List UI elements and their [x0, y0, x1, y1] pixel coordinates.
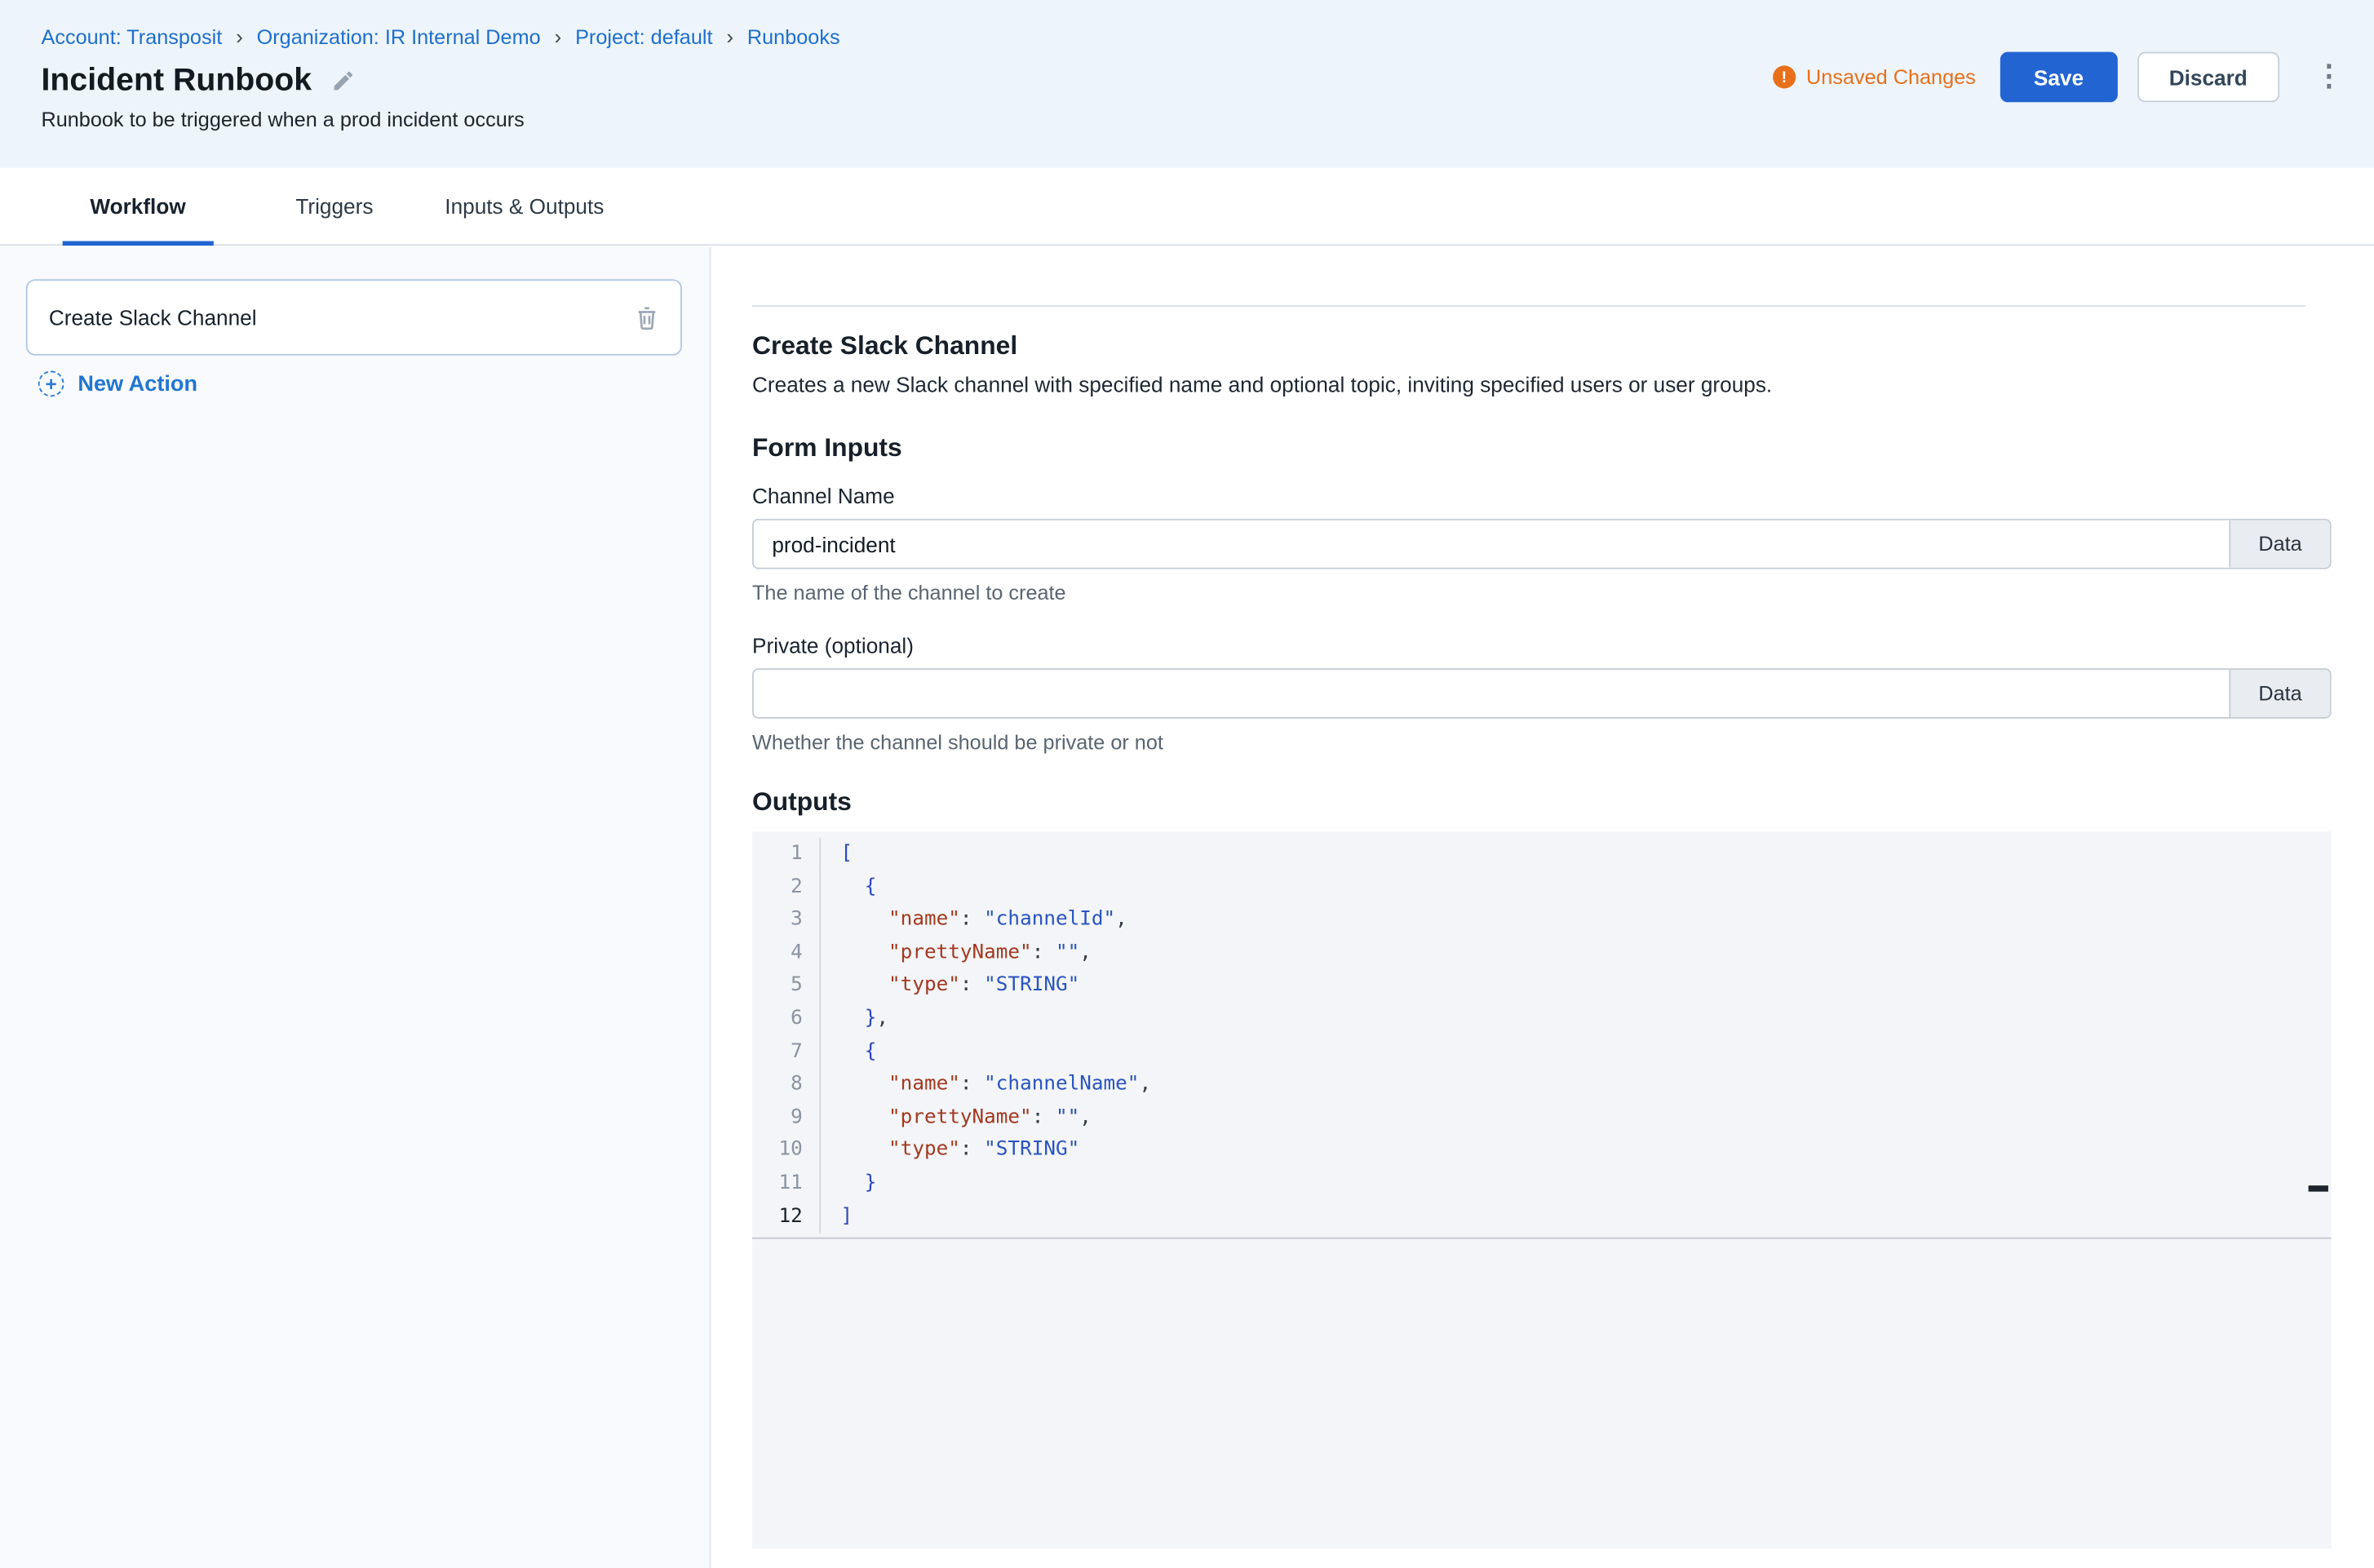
code-line[interactable]: 10 "type": "STRING" — [752, 1134, 2332, 1167]
action-card-create-slack-channel[interactable]: Create Slack Channel — [26, 279, 682, 356]
line-number: 1 — [752, 838, 821, 870]
code-line[interactable]: 1[ — [752, 838, 2332, 870]
line-number: 4 — [752, 937, 821, 969]
channel-name-label: Channel Name — [752, 484, 2332, 508]
page-title: Incident Runbook — [41, 63, 312, 100]
workflow-panel: Create Slack Channel + New Action — [0, 247, 711, 1568]
outputs-heading: Outputs — [752, 787, 2332, 817]
private-data-button[interactable]: Data — [2229, 670, 2329, 717]
private-help: Whether the channel should be private or… — [752, 731, 2332, 754]
unsaved-changes-label: Unsaved Changes — [1806, 65, 1976, 88]
code-line[interactable]: 12] — [752, 1200, 2332, 1233]
code-text: { — [821, 1035, 876, 1068]
line-number: 10 — [752, 1134, 821, 1167]
code-line[interactable]: 4 "prettyName": "", — [752, 937, 2332, 969]
chevron-right-icon: › — [726, 24, 733, 49]
more-options-icon[interactable]: ⋮ — [2314, 63, 2344, 92]
discard-button[interactable]: Discard — [2137, 52, 2279, 103]
warning-icon: ! — [1773, 65, 1796, 88]
private-input-group: Data — [752, 668, 2332, 719]
code-line[interactable]: 2 { — [752, 870, 2332, 903]
code-line[interactable]: 6 }, — [752, 1003, 2332, 1035]
line-number: 11 — [752, 1167, 821, 1200]
code-line[interactable]: 3 "name": "channelId", — [752, 904, 2332, 937]
action-description: Creates a new Slack channel with specifi… — [752, 372, 2332, 396]
code-line[interactable]: 5 "type": "STRING" — [752, 969, 2332, 1002]
line-number: 12 — [752, 1200, 821, 1233]
tab-bar: Workflow Triggers Inputs & Outputs — [0, 168, 2374, 246]
delete-action-icon[interactable] — [635, 304, 659, 330]
tab-workflow[interactable]: Workflow — [63, 168, 214, 245]
save-button[interactable]: Save — [2000, 52, 2117, 103]
line-number: 7 — [752, 1035, 821, 1068]
code-text: "name": "channelName", — [821, 1068, 1151, 1101]
code-text: } — [821, 1167, 876, 1200]
breadcrumb-organization[interactable]: Organization: IR Internal Demo — [257, 25, 541, 48]
form-inputs-heading: Form Inputs — [752, 433, 2332, 463]
editor-divider — [752, 1238, 2332, 1239]
line-number: 9 — [752, 1101, 821, 1134]
breadcrumb-project[interactable]: Project: default — [575, 25, 712, 48]
code-text: [ — [821, 838, 853, 870]
code-lines: 1[2 {3 "name": "channelId",4 "prettyName… — [752, 838, 2332, 1234]
private-label: Private (optional) — [752, 633, 2332, 658]
line-number: 6 — [752, 1003, 821, 1035]
code-text: { — [821, 870, 876, 903]
page-subtitle: Runbook to be triggered when a prod inci… — [41, 109, 524, 131]
scrollbar-thumb[interactable] — [2309, 1185, 2328, 1191]
edit-title-icon[interactable] — [331, 69, 356, 93]
line-number: 5 — [752, 969, 821, 1002]
channel-name-data-button[interactable]: Data — [2229, 520, 2329, 568]
code-line[interactable]: 8 "name": "channelName", — [752, 1068, 2332, 1101]
code-text: ] — [821, 1200, 853, 1233]
chevron-right-icon: › — [554, 24, 561, 49]
code-line[interactable]: 9 "prettyName": "", — [752, 1101, 2332, 1134]
line-number: 8 — [752, 1068, 821, 1101]
page-header: Account: Transposit › Organization: IR I… — [0, 0, 2374, 168]
code-text: "prettyName": "", — [821, 1101, 1092, 1134]
line-number: 2 — [752, 870, 821, 903]
tab-triggers[interactable]: Triggers — [268, 168, 401, 245]
channel-name-input[interactable] — [754, 520, 2229, 568]
new-action-button[interactable]: + New Action — [38, 370, 197, 396]
breadcrumb-account[interactable]: Account: Transposit — [41, 25, 222, 48]
code-text: }, — [821, 1003, 888, 1035]
new-action-label: New Action — [78, 371, 197, 396]
chevron-right-icon: › — [236, 24, 243, 49]
breadcrumb-runbooks[interactable]: Runbooks — [747, 25, 840, 48]
breadcrumb: Account: Transposit › Organization: IR I… — [41, 24, 839, 49]
plus-circle-icon: + — [38, 370, 64, 396]
outputs-code-editor[interactable]: 1[2 {3 "name": "channelId",4 "prettyName… — [752, 831, 2332, 1548]
code-text: "prettyName": "", — [821, 937, 1092, 969]
line-number: 3 — [752, 904, 821, 937]
action-detail-panel: Create Slack Channel Creates a new Slack… — [712, 247, 2374, 1568]
app-window: Account: Transposit › Organization: IR I… — [0, 0, 2374, 1568]
code-line[interactable]: 7 { — [752, 1035, 2332, 1068]
channel-name-help: The name of the channel to create — [752, 582, 2332, 605]
action-title: Create Slack Channel — [752, 331, 2332, 361]
detail-divider — [752, 305, 2305, 307]
tab-inputs-outputs[interactable]: Inputs & Outputs — [418, 168, 631, 245]
code-text: "type": "STRING" — [821, 1134, 1079, 1167]
code-text: "name": "channelId", — [821, 904, 1127, 937]
channel-name-input-group: Data — [752, 519, 2332, 569]
code-line[interactable]: 11 } — [752, 1167, 2332, 1200]
action-card-label: Create Slack Channel — [49, 305, 257, 330]
code-text: "type": "STRING" — [821, 969, 1079, 1002]
unsaved-changes-indicator: ! Unsaved Changes — [1773, 65, 1976, 88]
private-input[interactable] — [754, 670, 2229, 717]
